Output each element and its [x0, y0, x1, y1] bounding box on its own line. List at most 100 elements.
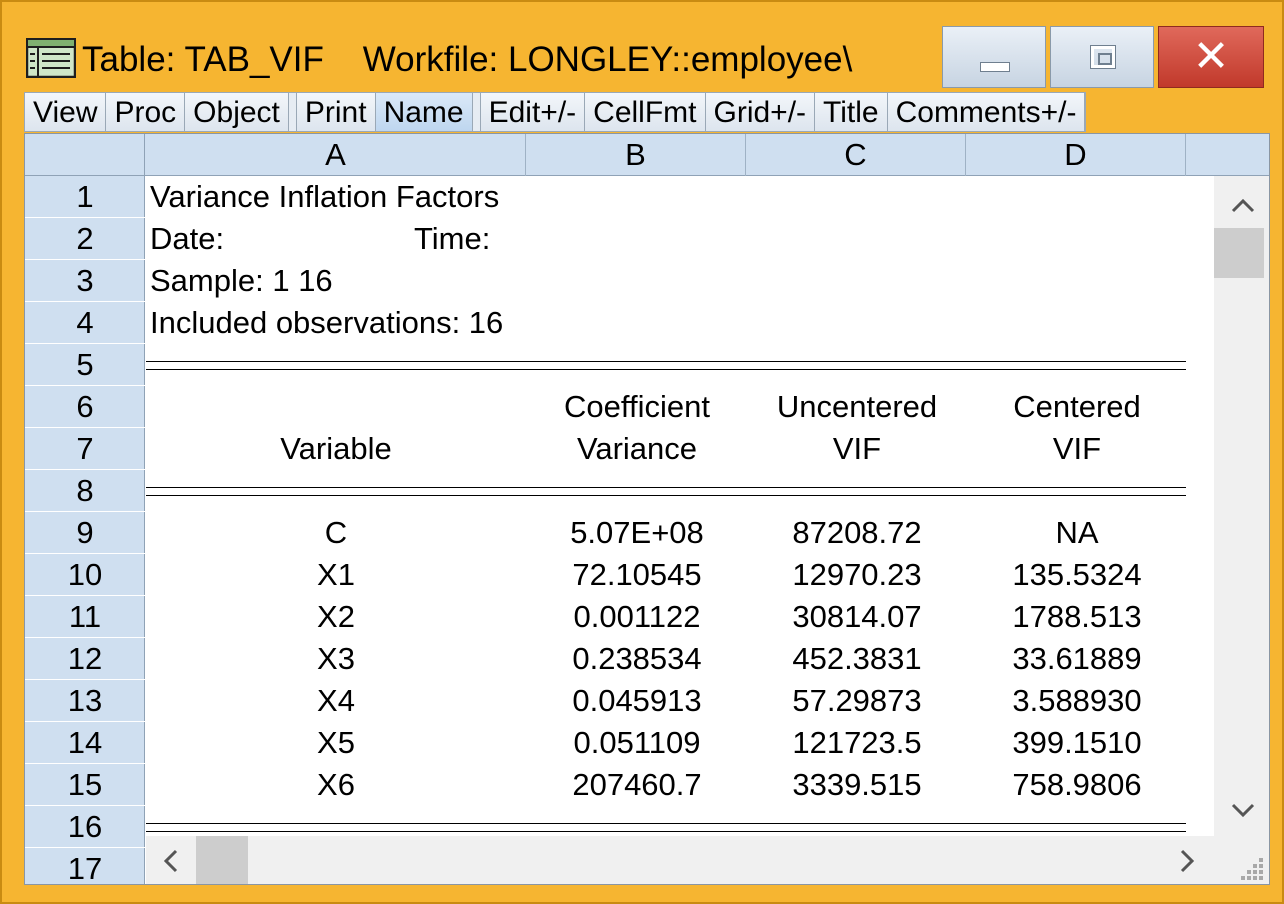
uncentered-vif-cell: 3339.515: [792, 767, 922, 802]
table-divider: [146, 823, 1186, 832]
variable-cell: C: [324, 515, 348, 550]
vertical-scrollbar[interactable]: [1214, 176, 1269, 836]
row-header[interactable]: 16: [25, 806, 145, 848]
column-title: Variable: [280, 431, 392, 466]
object-button[interactable]: Object: [185, 93, 289, 131]
name-button[interactable]: Name: [375, 93, 473, 131]
comments-button[interactable]: Comments+/-: [887, 93, 1086, 131]
centered-vif-cell: 758.9806: [1012, 767, 1142, 802]
uncentered-vif-cell: 87208.72: [792, 515, 922, 550]
uncentered-vif-cell: 12970.23: [792, 557, 922, 592]
column-header-b[interactable]: B: [526, 134, 746, 176]
coef-variance-cell: 72.10545: [572, 557, 702, 592]
scroll-up-icon[interactable]: [1214, 184, 1269, 224]
column-title: VIF: [1052, 431, 1102, 466]
horizontal-scroll-thumb[interactable]: [196, 836, 248, 884]
centered-vif-cell: 399.1510: [1012, 725, 1142, 760]
row-header[interactable]: 17: [25, 848, 145, 884]
centered-vif-cell: NA: [1055, 515, 1099, 550]
column-title: Centered: [1013, 389, 1141, 424]
minimize-icon: [980, 62, 1010, 72]
sample-text: Sample: 1 16: [150, 263, 333, 298]
scroll-right-icon[interactable]: [1168, 836, 1208, 884]
column-header-a[interactable]: A: [146, 134, 526, 176]
maximize-icon: [1091, 46, 1115, 68]
variable-cell: X3: [317, 641, 355, 676]
row-header[interactable]: 1: [25, 176, 145, 218]
cell-grid[interactable]: Variance Inflation Factors Date: Time: S…: [146, 176, 1214, 836]
row-header[interactable]: 15: [25, 764, 145, 806]
grid-button[interactable]: Grid+/-: [705, 93, 816, 131]
table-window: Table: TAB_VIF Workfile: LONGLEY::employ…: [0, 0, 1284, 904]
row-header-bar: 1 2 3 4 5 6 7 8 9 10 11 12 13 14 15 16 1…: [25, 176, 145, 884]
coef-variance-cell: 0.238534: [572, 641, 702, 676]
column-title: Coefficient: [564, 389, 710, 424]
column-title: VIF: [832, 431, 882, 466]
observations-text: Included observations: 16: [150, 305, 504, 340]
minimize-button[interactable]: [942, 26, 1046, 88]
row-header[interactable]: 6: [25, 386, 145, 428]
table-divider: [146, 487, 1186, 496]
scroll-down-icon[interactable]: [1214, 790, 1269, 830]
row-header[interactable]: 13: [25, 680, 145, 722]
close-icon: ✕: [1192, 32, 1230, 81]
toolbar: View Proc Object Print Name Edit+/- Cell…: [24, 92, 1087, 132]
row-header[interactable]: 14: [25, 722, 145, 764]
variable-cell: X1: [317, 557, 355, 592]
table-divider: [146, 361, 1186, 370]
variable-cell: X6: [317, 767, 355, 802]
coef-variance-cell: 207460.7: [572, 767, 702, 802]
table-icon: [25, 37, 77, 79]
title-bar[interactable]: Table: TAB_VIF Workfile: LONGLEY::employ…: [4, 4, 1280, 92]
uncentered-vif-cell: 30814.07: [792, 599, 922, 634]
row-header[interactable]: 7: [25, 428, 145, 470]
row-header[interactable]: 2: [25, 218, 145, 260]
row-header[interactable]: 5: [25, 344, 145, 386]
variable-cell: X2: [317, 599, 355, 634]
print-button[interactable]: Print: [296, 93, 376, 131]
column-title: Uncentered: [776, 389, 938, 424]
edit-button[interactable]: Edit+/-: [480, 93, 586, 131]
variable-cell: X4: [317, 683, 355, 718]
horizontal-scrollbar[interactable]: [146, 836, 1214, 884]
uncentered-vif-cell: 452.3831: [792, 641, 922, 676]
resize-grip-icon[interactable]: [1214, 836, 1269, 884]
column-header-bar: A B C D: [25, 134, 1269, 176]
coef-variance-cell: 0.045913: [572, 683, 702, 718]
toolbar-separator: [288, 93, 297, 131]
column-header-c[interactable]: C: [746, 134, 966, 176]
uncentered-vif-cell: 121723.5: [792, 725, 922, 760]
window-title: Table: TAB_VIF Workfile: LONGLEY::employ…: [82, 40, 853, 79]
close-button[interactable]: ✕: [1158, 26, 1264, 88]
row-header[interactable]: 8: [25, 470, 145, 512]
column-header-d[interactable]: D: [966, 134, 1186, 176]
centered-vif-cell: 1788.513: [1012, 599, 1142, 634]
uncentered-vif-cell: 57.29873: [792, 683, 922, 718]
view-button[interactable]: View: [25, 93, 107, 131]
centered-vif-cell: 3.588930: [1012, 683, 1142, 718]
row-header[interactable]: 4: [25, 302, 145, 344]
coef-variance-cell: 0.001122: [573, 599, 701, 634]
row-header[interactable]: 3: [25, 260, 145, 302]
row-header[interactable]: 11: [25, 596, 145, 638]
select-all-corner[interactable]: [25, 134, 145, 176]
table-title: Variance Inflation Factors: [150, 179, 500, 214]
centered-vif-cell: 33.61889: [1012, 641, 1142, 676]
row-header[interactable]: 12: [25, 638, 145, 680]
title-button[interactable]: Title: [815, 93, 888, 131]
row-header[interactable]: 9: [25, 512, 145, 554]
maximize-button[interactable]: [1050, 26, 1154, 88]
row-header[interactable]: 10: [25, 554, 145, 596]
coef-variance-cell: 5.07E+08: [570, 515, 704, 550]
variable-cell: X5: [317, 725, 355, 760]
proc-button[interactable]: Proc: [106, 93, 186, 131]
cellfmt-button[interactable]: CellFmt: [585, 93, 706, 131]
scroll-left-icon[interactable]: [150, 836, 190, 884]
spreadsheet: A B C D 1 2 3 4 5 6 7 8 9 10 11 12 13 14…: [24, 133, 1270, 885]
coef-variance-cell: 0.051109: [573, 725, 701, 760]
toolbar-separator: [472, 93, 481, 131]
time-label: Time:: [414, 221, 491, 256]
column-title: Variance: [576, 431, 698, 466]
vertical-scroll-thumb[interactable]: [1214, 228, 1264, 278]
centered-vif-cell: 135.5324: [1012, 557, 1142, 592]
